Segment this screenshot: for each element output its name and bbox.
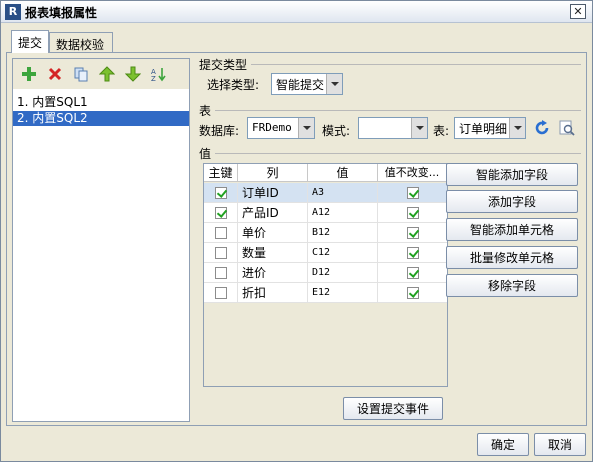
unchanged-checkbox[interactable] xyxy=(407,247,419,259)
key-cell xyxy=(204,183,238,203)
unchanged-cell xyxy=(378,243,447,263)
value-cell[interactable]: A12 xyxy=(308,203,378,223)
sort-icon[interactable]: A Z xyxy=(151,66,167,82)
move-down-icon[interactable] xyxy=(125,66,141,82)
smart-add-cell-button[interactable]: 智能添加单元格 xyxy=(446,218,578,241)
value-cell[interactable]: D12 xyxy=(308,263,378,283)
key-cell xyxy=(204,283,238,303)
header-unchanged[interactable]: 值不改变... xyxy=(378,164,447,182)
column-cell[interactable]: 数量 xyxy=(238,243,308,263)
refresh-icon[interactable] xyxy=(534,120,550,136)
field-mapping-table: 主键 列 值 值不改变... 订单ID A3 产品ID A12 单价 B12 数量 C12 进价… xyxy=(203,163,448,387)
table-header: 主键 列 值 值不改变... xyxy=(204,164,447,182)
dialog-title: 报表填报属性 xyxy=(25,6,98,20)
column-cell[interactable]: 进价 xyxy=(238,263,308,283)
value-cell[interactable]: B12 xyxy=(308,223,378,243)
divider xyxy=(215,110,581,111)
unchanged-cell xyxy=(378,263,447,283)
add-field-button[interactable]: 添加字段 xyxy=(446,190,578,213)
header-column[interactable]: 列 xyxy=(238,164,308,182)
value-cell[interactable]: C12 xyxy=(308,243,378,263)
column-cell[interactable]: 产品ID xyxy=(238,203,308,223)
settings-panel: 提交类型 选择类型: 智能提交 表 数据库: FRDemo 模式: 表: 订单明… xyxy=(193,53,586,425)
tab-submit[interactable]: 提交 xyxy=(11,30,49,53)
column-cell[interactable]: 订单ID xyxy=(238,183,308,203)
preview-icon[interactable] xyxy=(559,120,575,136)
delete-icon[interactable] xyxy=(47,66,63,82)
batch-modify-cells-button[interactable]: 批量修改单元格 xyxy=(446,246,578,269)
schema-select[interactable] xyxy=(358,117,428,139)
copy-icon[interactable] xyxy=(73,66,89,82)
table-row[interactable]: 订单ID A3 xyxy=(204,183,447,203)
table-select[interactable]: 订单明细 xyxy=(454,117,526,139)
unchanged-cell xyxy=(378,183,447,203)
set-submit-event-button[interactable]: 设置提交事件 xyxy=(343,397,443,420)
app-icon: R xyxy=(5,4,21,20)
table-row[interactable]: 单价 B12 xyxy=(204,223,447,243)
divider xyxy=(251,64,581,65)
primary-key-checkbox[interactable] xyxy=(215,267,227,279)
unchanged-cell xyxy=(378,223,447,243)
chevron-down-icon[interactable] xyxy=(298,118,314,138)
tab-content: A Z 1. 内置SQL1 2. 内置SQL2 提交类型 选择类型: 智能提交 … xyxy=(6,52,587,426)
table-row[interactable]: 折扣 E12 xyxy=(204,283,447,303)
list-item-sql2[interactable]: 2. 内置SQL2 xyxy=(13,111,189,126)
remove-field-button[interactable]: 移除字段 xyxy=(446,274,578,297)
value-cell[interactable]: E12 xyxy=(308,283,378,303)
table-section-label: 表 xyxy=(199,104,212,118)
chevron-down-icon[interactable] xyxy=(509,118,525,138)
primary-key-checkbox[interactable] xyxy=(215,227,227,239)
table-row[interactable]: 产品ID A12 xyxy=(204,203,447,223)
chevron-down-icon[interactable] xyxy=(326,74,342,94)
schema-label: 模式: xyxy=(322,124,351,138)
sql-list-panel: A Z 1. 内置SQL1 2. 内置SQL2 xyxy=(12,58,190,422)
title-bar[interactable]: R 报表填报属性 ✕ xyxy=(1,1,592,23)
list-toolbar: A Z xyxy=(13,59,189,89)
value-section-label: 值 xyxy=(199,147,212,161)
column-cell[interactable]: 折扣 xyxy=(238,283,308,303)
key-cell xyxy=(204,263,238,283)
ok-button[interactable]: 确定 xyxy=(477,433,529,456)
add-icon[interactable] xyxy=(21,66,37,82)
value-cell[interactable]: A3 xyxy=(308,183,378,203)
key-cell xyxy=(204,243,238,263)
smart-add-field-button[interactable]: 智能添加字段 xyxy=(446,163,578,186)
database-select[interactable]: FRDemo xyxy=(247,117,315,139)
move-up-icon[interactable] xyxy=(99,66,115,82)
primary-key-checkbox[interactable] xyxy=(215,287,227,299)
header-key[interactable]: 主键 xyxy=(204,164,238,182)
unchanged-cell xyxy=(378,283,447,303)
column-cell[interactable]: 单价 xyxy=(238,223,308,243)
submit-type-select[interactable]: 智能提交 xyxy=(271,73,343,95)
unchanged-cell xyxy=(378,203,447,223)
tab-data-validation[interactable]: 数据校验 xyxy=(49,32,113,53)
primary-key-checkbox[interactable] xyxy=(215,187,227,199)
table-row[interactable]: 进价 D12 xyxy=(204,263,447,283)
cancel-button[interactable]: 取消 xyxy=(534,433,586,456)
table-row[interactable]: 数量 C12 xyxy=(204,243,447,263)
table-label: 表: xyxy=(433,124,450,138)
close-icon[interactable]: ✕ xyxy=(570,4,586,19)
primary-key-checkbox[interactable] xyxy=(215,247,227,259)
divider xyxy=(215,153,581,154)
key-cell xyxy=(204,223,238,243)
unchanged-checkbox[interactable] xyxy=(407,227,419,239)
svg-text:Z: Z xyxy=(151,75,156,82)
unchanged-checkbox[interactable] xyxy=(407,187,419,199)
chevron-down-icon[interactable] xyxy=(411,118,427,138)
header-value[interactable]: 值 xyxy=(308,164,378,182)
unchanged-checkbox[interactable] xyxy=(407,207,419,219)
key-cell xyxy=(204,203,238,223)
submit-type-section-label: 提交类型 xyxy=(199,58,248,72)
list-item-sql1[interactable]: 1. 内置SQL1 xyxy=(13,95,189,110)
dialog-window: R 报表填报属性 ✕ 提交 数据校验 A Z 1. 内置SQL1 2. 内置SQ… xyxy=(0,0,593,462)
database-label: 数据库: xyxy=(199,124,240,138)
primary-key-checkbox[interactable] xyxy=(215,207,227,219)
submit-type-label: 选择类型: xyxy=(207,78,260,92)
unchanged-checkbox[interactable] xyxy=(407,287,419,299)
unchanged-checkbox[interactable] xyxy=(407,267,419,279)
